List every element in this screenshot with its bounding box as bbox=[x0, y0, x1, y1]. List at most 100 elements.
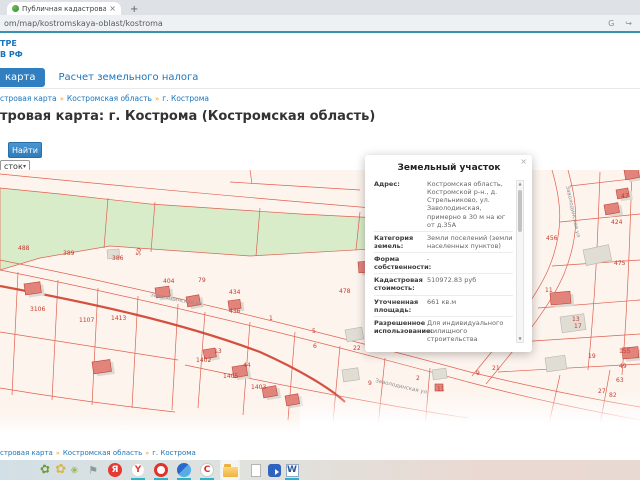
parcel-number-label: 9 bbox=[368, 380, 372, 387]
popup-row-value: Земли поселений (земли населенных пункто… bbox=[427, 233, 513, 250]
parcel-number-label: 475 bbox=[614, 260, 626, 267]
opera-icon[interactable] bbox=[152, 460, 170, 480]
parcel-number-label: 11 bbox=[545, 287, 553, 294]
breadcrumb-link[interactable]: стровая карта bbox=[0, 449, 53, 457]
sputnik-browser-icon[interactable]: C bbox=[198, 460, 216, 480]
popup-rows: Адрес: Костромская область, Костромской р… bbox=[374, 178, 513, 345]
popup-row: Кадастровая стоимость: 510972.83 руб bbox=[374, 273, 513, 294]
parcel-number-label: 19 bbox=[588, 353, 596, 360]
tab-cadastral-map[interactable]: карта bbox=[0, 68, 46, 88]
popup-row-value: Костромская область, Костромской р-н., д… bbox=[427, 180, 506, 229]
parcel-number-label: 488 bbox=[18, 245, 30, 252]
scroll-down-icon[interactable]: ▼ bbox=[518, 336, 521, 342]
breadcrumb-separator: » bbox=[154, 95, 160, 104]
breadcrumb-link[interactable]: стровая карта bbox=[0, 94, 57, 103]
parcel-number-label: 79 bbox=[198, 277, 206, 284]
url-bar[interactable]: om/map/kostromskaya-oblast/kostroma G ↪ bbox=[0, 15, 640, 31]
flower-icon: ✿ bbox=[38, 461, 52, 477]
yandex-icon[interactable]: Я bbox=[106, 460, 124, 480]
word-icon: W bbox=[285, 463, 299, 477]
popup-row-value: 661 кв.м bbox=[427, 297, 457, 306]
parcel-number-label: 22 bbox=[353, 345, 361, 352]
parcel-number-label: 1403 bbox=[251, 384, 266, 391]
popup-row: Разрешенное использование: Для индивидуал… bbox=[374, 315, 513, 345]
site-favicon-icon bbox=[12, 5, 19, 12]
chevron-down-icon: ▾ bbox=[22, 163, 26, 170]
parcel-number-label: 13 bbox=[214, 348, 222, 355]
translate-icon[interactable]: G bbox=[608, 19, 614, 28]
file-explorer-icon[interactable] bbox=[221, 460, 239, 480]
popup-row-label: Форма собственности: bbox=[374, 255, 432, 272]
parcel-number-label: 389 bbox=[63, 250, 75, 257]
popup-row-value: Для индивидуального жилищного строительс… bbox=[427, 318, 504, 343]
popup-row-label: Разрешенное использование: bbox=[374, 318, 434, 335]
app-blue-icon[interactable] bbox=[265, 460, 283, 480]
popup-close-icon[interactable]: × bbox=[520, 157, 527, 166]
parcel-number-label: 11 bbox=[437, 386, 445, 393]
main-nav: карта Расчет земельного налога bbox=[0, 67, 640, 90]
breadcrumb-link[interactable]: Костромская область bbox=[67, 94, 152, 103]
parcel-number-label: 1413 bbox=[111, 315, 126, 322]
find-button[interactable]: Найти bbox=[8, 142, 42, 158]
popup-row: Уточненная площадь: 661 кв.м bbox=[374, 294, 513, 316]
browser-swirl-icon[interactable] bbox=[175, 460, 193, 480]
parcel-number-label: 44 bbox=[243, 362, 251, 369]
popup-row-label: Категория земель: bbox=[374, 233, 414, 250]
word-icon[interactable]: W bbox=[283, 460, 301, 480]
parcel-number-label: 1 bbox=[269, 315, 273, 322]
breadcrumb-link[interactable]: г. Кострома bbox=[162, 94, 209, 103]
popup-row: Форма собственности: - bbox=[374, 252, 513, 273]
wallpaper-flowers: ✿ ✿ ❀ bbox=[38, 459, 81, 480]
close-tab-icon[interactable]: × bbox=[109, 4, 116, 13]
document-icon[interactable] bbox=[247, 460, 265, 480]
page-title: тровая карта: г. Кострома (Костромская о… bbox=[0, 109, 376, 125]
scrollbar-thumb[interactable] bbox=[518, 190, 522, 232]
parcel-number-label: 436 bbox=[229, 308, 241, 315]
start-flag-icon[interactable]: ⚑ bbox=[84, 460, 102, 480]
map-fade-bottom-solid bbox=[0, 436, 640, 447]
breadcrumb-separator: » bbox=[145, 449, 150, 457]
popup-row-value: 510972.83 руб bbox=[427, 276, 477, 285]
parcel-number-label: 17 bbox=[574, 323, 582, 330]
app-blue-icon bbox=[267, 463, 281, 477]
browser-swirl-icon bbox=[177, 463, 191, 477]
parcel-number-label: 2 bbox=[416, 375, 420, 382]
popup-title: Земельный участок bbox=[397, 163, 501, 173]
parcel-number-label: 1107 bbox=[79, 317, 94, 324]
yandex-browser-icon[interactable]: Y bbox=[129, 460, 147, 480]
parcel-number-label: 9 bbox=[476, 370, 480, 377]
popup-row-value: - bbox=[427, 255, 430, 263]
new-tab-button[interactable]: + bbox=[130, 5, 138, 15]
yandex-browser-icon: Y bbox=[131, 463, 145, 477]
parcel-number-label: 434 bbox=[229, 289, 241, 296]
popup-scrollbar[interactable]: ▲ ▼ bbox=[516, 180, 524, 344]
yandex-icon: Я bbox=[108, 463, 122, 477]
parcel-number-label: 5 bbox=[312, 328, 316, 335]
flower-icon: ❀ bbox=[69, 465, 81, 477]
parcel-number-label: 13 bbox=[572, 316, 580, 323]
parcel-number-label: 456 bbox=[546, 235, 558, 242]
parcel-number-label: 155 bbox=[619, 348, 631, 355]
tab-title: Публичная кадастровая карта bbox=[22, 4, 107, 13]
popup-row: Адрес: Костромская область, Костромской р… bbox=[374, 178, 513, 231]
parcel-number-label: 1405 bbox=[223, 373, 238, 380]
popup-row: Категория земель: Земли поселений (земли … bbox=[374, 230, 513, 252]
breadcrumb-link[interactable]: г. Кострома bbox=[152, 449, 196, 457]
popup-row-label: Адрес: bbox=[374, 180, 400, 188]
scroll-up-icon[interactable]: ▲ bbox=[518, 181, 521, 187]
parcel-number-label: 3106 bbox=[30, 306, 45, 313]
share-icon[interactable]: ↪ bbox=[625, 19, 632, 28]
parcel-number-label: 49 bbox=[619, 363, 627, 370]
parcel-number-label: 50 bbox=[135, 247, 143, 256]
popup-row-label: Уточненная площадь: bbox=[374, 297, 419, 314]
cadastral-map[interactable]: 4883893865040479310611071413434478457436… bbox=[0, 170, 640, 447]
file-explorer-icon bbox=[222, 463, 238, 477]
popup-row-label: Кадастровая стоимость: bbox=[374, 276, 423, 293]
document-icon bbox=[251, 463, 261, 477]
page-top-border bbox=[0, 31, 640, 33]
browser-tab[interactable]: Публичная кадастровая карта × bbox=[7, 2, 121, 15]
tab-land-tax[interactable]: Расчет земельного налога bbox=[58, 72, 198, 83]
parcel-number-label: 478 bbox=[339, 288, 351, 295]
breadcrumb-link[interactable]: Костромская область bbox=[63, 449, 142, 457]
logo-line-2: В РФ bbox=[0, 50, 23, 60]
